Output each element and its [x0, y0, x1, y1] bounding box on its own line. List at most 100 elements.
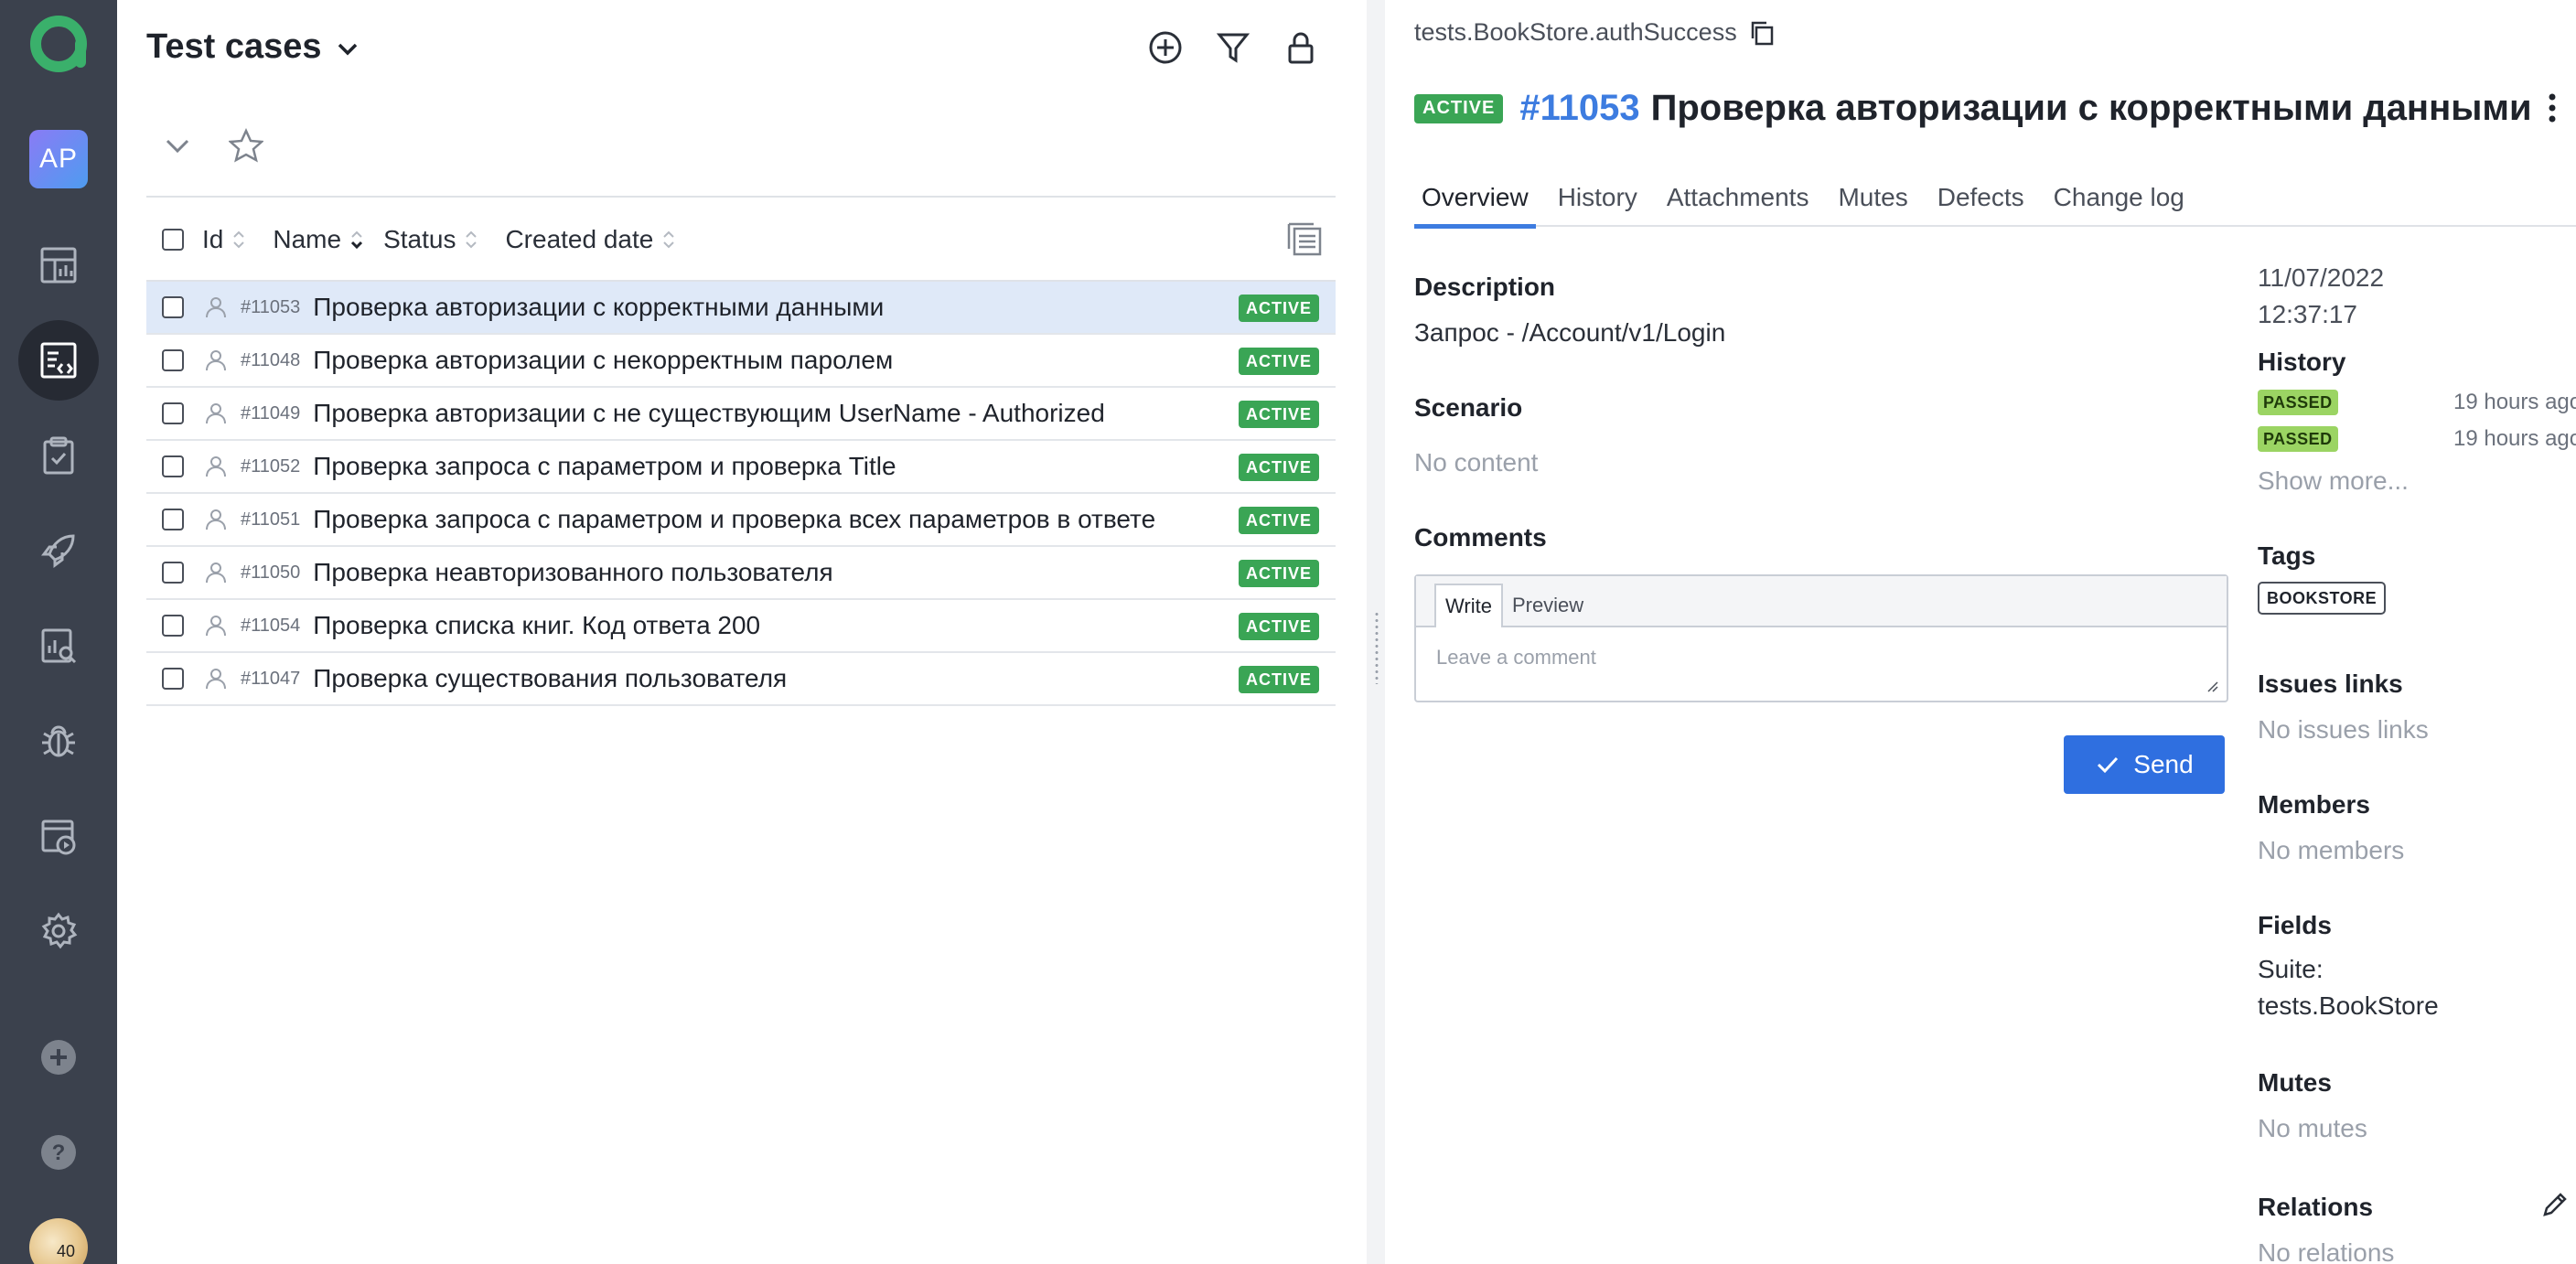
dashboard-icon[interactable]: [18, 225, 99, 305]
relations-heading: Relations: [2258, 1193, 2374, 1221]
field-value: tests.BookStore: [2258, 991, 2439, 1020]
row-id: #11052: [241, 455, 301, 477]
row-checkbox[interactable]: [162, 562, 184, 584]
column-status[interactable]: Status: [383, 225, 478, 254]
row-checkbox[interactable]: [162, 668, 184, 690]
analytics-icon[interactable]: [18, 605, 99, 686]
row-checkbox[interactable]: [162, 349, 184, 371]
status-badge: ACTIVE: [1238, 454, 1319, 481]
page-title: Test cases: [146, 27, 322, 66]
table-header: Id Name Status Created date: [146, 210, 1336, 269]
tab-history[interactable]: History: [1551, 179, 1645, 227]
test-cases-icon[interactable]: [18, 320, 99, 401]
table-row[interactable]: #11051 Проверка запроса с параметром и п…: [146, 494, 1336, 547]
comment-input[interactable]: Leave a comment: [1416, 627, 2227, 688]
row-name: Проверка авторизации с корректными данны…: [313, 293, 885, 321]
settings-icon[interactable]: [18, 891, 99, 971]
tab-attachments[interactable]: Attachments: [1659, 179, 1817, 227]
test-case-list: #11053 Проверка авторизации с корректным…: [146, 282, 1336, 706]
history-time: 19 hours ago: [2453, 426, 2576, 451]
jobs-icon[interactable]: [18, 796, 99, 876]
row-checkbox[interactable]: [162, 455, 184, 477]
resize-handle-icon[interactable]: [2205, 679, 2219, 693]
select-all-checkbox[interactable]: [162, 229, 184, 251]
send-button[interactable]: Send: [2064, 735, 2225, 794]
tab-defects[interactable]: Defects: [1930, 179, 2032, 227]
table-row[interactable]: #11052 Проверка запроса с параметром и п…: [146, 441, 1336, 494]
chevron-down-icon: [338, 43, 357, 55]
test-cases-title-dropdown[interactable]: Test cases: [146, 27, 360, 67]
details-sidebar: 11/07/2022 12:37:17 History PASSED 19 ho…: [2258, 0, 2576, 1264]
svg-text:?: ?: [52, 1141, 66, 1165]
mutes-heading: Mutes: [2258, 1068, 2332, 1097]
row-name: Проверка существования пользователя: [313, 664, 788, 692]
table-row[interactable]: #11050 Проверка неавторизованного пользо…: [146, 547, 1336, 600]
check-icon: [2098, 756, 2119, 774]
row-checkbox[interactable]: [162, 402, 184, 424]
manual-test-icon: [206, 616, 226, 637]
tab-preview[interactable]: Preview: [1503, 585, 1593, 626]
history-status-badge[interactable]: PASSED: [2258, 426, 2338, 452]
launches-icon[interactable]: [18, 510, 99, 591]
column-created-date[interactable]: Created date: [505, 225, 675, 254]
table-row[interactable]: #11049 Проверка авторизации с не существ…: [146, 388, 1336, 441]
manual-test-icon: [206, 669, 226, 690]
tab-change-log[interactable]: Change log: [2046, 179, 2192, 227]
column-settings-icon[interactable]: [1286, 221, 1323, 262]
history-status-badge[interactable]: PASSED: [2258, 390, 2338, 415]
column-name[interactable]: Name: [273, 225, 363, 254]
comment-editor: Write Preview Leave a comment: [1414, 574, 2228, 702]
comments-heading: Comments: [1414, 523, 1547, 552]
created-time: 12:37:17: [2258, 300, 2357, 328]
status-badge: ACTIVE: [1238, 401, 1319, 428]
collapse-chevron-icon[interactable]: [163, 131, 192, 160]
status-badge: ACTIVE: [1238, 295, 1319, 322]
row-id: #11047: [241, 668, 301, 689]
star-icon[interactable]: [229, 128, 263, 163]
history-heading: History: [2258, 348, 2346, 376]
sort-icon: [232, 230, 245, 250]
manual-test-icon: [206, 509, 226, 530]
issues-heading: Issues links: [2258, 669, 2403, 698]
manual-test-icon: [206, 403, 226, 424]
lock-icon[interactable]: [1281, 27, 1321, 68]
project-avatar[interactable]: AP: [29, 130, 88, 188]
left-nav-rail: AP ? 40: [0, 0, 117, 1264]
table-row[interactable]: #11053 Проверка авторизации с корректным…: [146, 282, 1336, 335]
test-case-number[interactable]: #11053: [1519, 88, 1639, 129]
sort-desc-icon: [350, 230, 363, 250]
row-checkbox[interactable]: [162, 296, 184, 318]
add-test-case-icon[interactable]: [1145, 27, 1186, 68]
members-heading: Members: [2258, 790, 2370, 819]
tags-heading: Tags: [2258, 541, 2316, 570]
column-id[interactable]: Id: [202, 225, 245, 254]
user-avatar[interactable]: 40: [29, 1218, 88, 1264]
add-icon[interactable]: [18, 1017, 99, 1098]
sort-icon: [662, 230, 675, 250]
row-id: #11053: [241, 296, 301, 317]
description-heading: Description: [1414, 273, 1556, 301]
tab-mutes[interactable]: Mutes: [1830, 179, 1915, 227]
edit-pencil-icon[interactable]: [2541, 1191, 2569, 1218]
table-row[interactable]: #11047 Проверка существования пользовате…: [146, 653, 1336, 706]
tab-write[interactable]: Write: [1434, 584, 1503, 627]
test-path: tests.BookStore.authSuccess: [1414, 18, 1776, 47]
copy-icon[interactable]: [1748, 19, 1776, 47]
status-badge: ACTIVE: [1238, 348, 1319, 375]
description-text: Запрос - /Account/v1/Login: [1414, 318, 1726, 347]
splitter-grip-icon[interactable]: [1374, 611, 1379, 684]
row-checkbox[interactable]: [162, 509, 184, 530]
help-icon[interactable]: ?: [18, 1112, 99, 1193]
show-more-link[interactable]: Show more...: [2258, 466, 2409, 496]
test-plans-icon[interactable]: [18, 415, 99, 496]
defects-icon[interactable]: [18, 701, 99, 781]
table-row[interactable]: #11054 Проверка списка книг. Код ответа …: [146, 600, 1336, 653]
logo-icon[interactable]: [26, 11, 91, 77]
tag-badge[interactable]: BOOKSTORE: [2258, 582, 2387, 615]
scenario-empty: No content: [1414, 448, 1539, 477]
filter-icon[interactable]: [1213, 27, 1253, 68]
table-row[interactable]: #11048 Проверка авторизации с некорректн…: [146, 335, 1336, 388]
tab-overview[interactable]: Overview: [1414, 179, 1536, 229]
row-checkbox[interactable]: [162, 615, 184, 637]
row-id: #11049: [241, 402, 301, 423]
